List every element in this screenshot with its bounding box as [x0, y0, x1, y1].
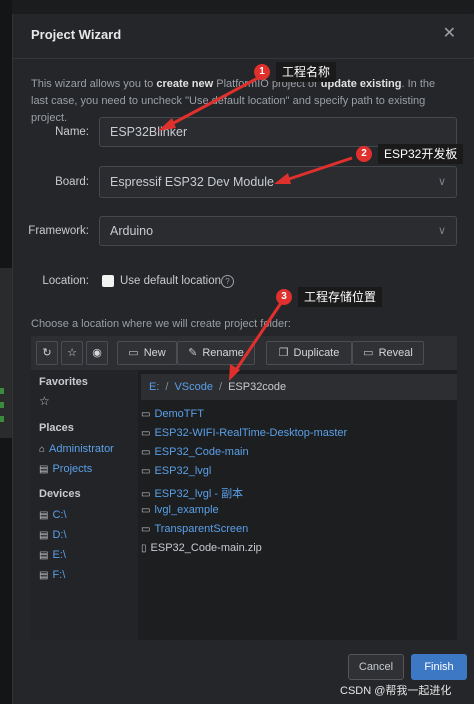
- annotation-label-2: ESP32开发板: [378, 144, 464, 164]
- annotation-badge-2: 2: [356, 146, 372, 162]
- annotation-arrowhead-2: [274, 173, 291, 184]
- annotation-arrow-1: [167, 76, 259, 128]
- annotation-arrow-3: [234, 302, 283, 371]
- annotation-label-1: 工程名称: [276, 62, 337, 82]
- annotation-arrowhead-1: [158, 118, 176, 131]
- annotation-badge-1: 1: [254, 64, 270, 80]
- annotation-arrow-2: [285, 156, 353, 182]
- annotation-arrows: [158, 76, 353, 381]
- annotation-badge-3: 3: [276, 289, 292, 305]
- annotation-label-3: 工程存储位置: [298, 287, 383, 307]
